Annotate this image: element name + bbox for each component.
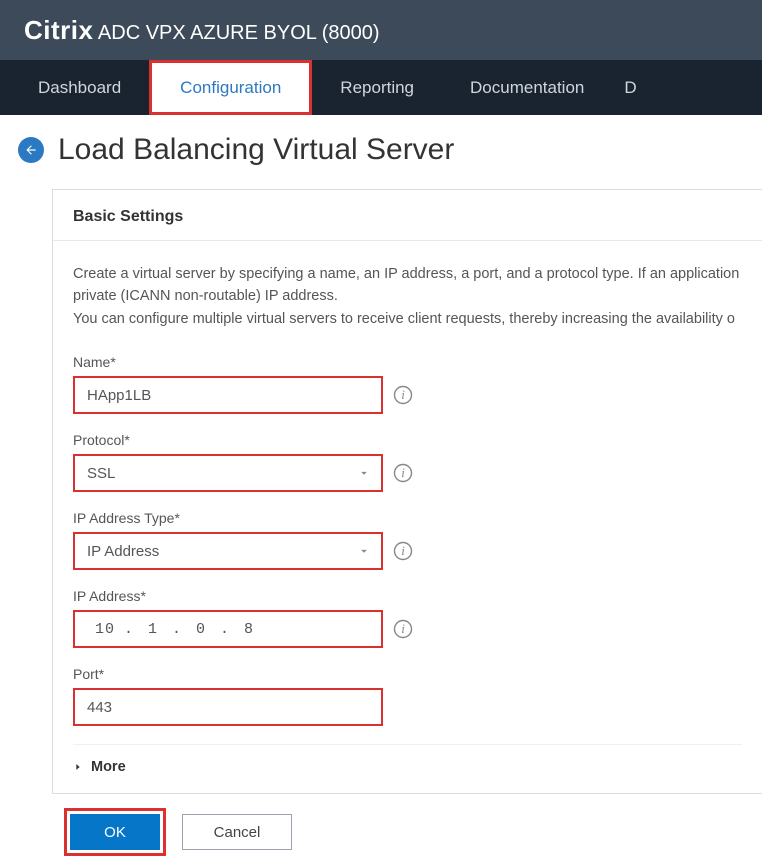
info-icon[interactable]: i — [393, 541, 413, 561]
brand-title: Citrix ADC VPX AZURE BYOL (8000) — [24, 15, 380, 46]
protocol-select[interactable]: SSL — [73, 454, 383, 492]
panel-title: Basic Settings — [73, 208, 742, 226]
nav-bar: Dashboard Configuration Reporting Docume… — [0, 60, 762, 115]
back-arrow-icon — [24, 143, 38, 157]
label-protocol: Protocol* — [73, 432, 742, 448]
info-icon[interactable]: i — [393, 463, 413, 483]
tab-reporting[interactable]: Reporting — [312, 60, 442, 115]
back-button[interactable] — [18, 137, 44, 163]
svg-text:i: i — [401, 621, 405, 636]
port-input[interactable]: 443 — [73, 688, 383, 726]
ip-type-select[interactable]: IP Address — [73, 532, 383, 570]
tab-documentation[interactable]: Documentation — [442, 60, 612, 115]
label-port: Port* — [73, 666, 742, 682]
ok-highlight: OK — [64, 808, 166, 856]
svg-text:i: i — [401, 465, 405, 480]
chevron-down-icon — [357, 544, 371, 558]
chevron-down-icon — [357, 466, 371, 480]
tab-configuration[interactable]: Configuration — [149, 60, 312, 115]
brand-name: Citrix — [24, 15, 93, 45]
name-input[interactable]: HApp1LB — [73, 376, 383, 414]
caret-right-icon — [73, 762, 83, 772]
ip-address-input[interactable]: 10 . 1 . 0 . 8 — [73, 610, 383, 648]
field-name: Name* HApp1LB i — [73, 354, 742, 414]
panel-header: Basic Settings — [53, 190, 762, 241]
label-name: Name* — [73, 354, 742, 370]
svg-text:i: i — [401, 543, 405, 558]
label-ip-type: IP Address Type* — [73, 510, 742, 526]
field-ip-address: IP Address* 10 . 1 . 0 . 8 i — [73, 588, 742, 648]
field-ip-type: IP Address Type* IP Address i — [73, 510, 742, 570]
page-content: Load Balancing Virtual Server Basic Sett… — [0, 115, 762, 856]
field-port: Port* 443 — [73, 666, 742, 726]
info-icon[interactable]: i — [393, 619, 413, 639]
info-icon[interactable]: i — [393, 385, 413, 405]
field-protocol: Protocol* SSL i — [73, 432, 742, 492]
basic-settings-panel: Basic Settings Create a virtual server b… — [52, 189, 762, 794]
page-title: Load Balancing Virtual Server — [58, 133, 454, 167]
svg-text:i: i — [401, 387, 405, 402]
label-ip-address: IP Address* — [73, 588, 742, 604]
ok-button[interactable]: OK — [70, 814, 160, 850]
more-expander[interactable]: More — [73, 744, 742, 775]
panel-description: Create a virtual server by specifying a … — [73, 263, 742, 330]
action-buttons: OK Cancel — [52, 794, 762, 856]
top-bar: Citrix ADC VPX AZURE BYOL (8000) — [0, 0, 762, 60]
tab-truncated[interactable]: D — [612, 60, 636, 115]
more-label: More — [91, 759, 126, 775]
panel-body: Create a virtual server by specifying a … — [53, 241, 762, 793]
tab-dashboard[interactable]: Dashboard — [10, 60, 149, 115]
page-header: Load Balancing Virtual Server — [14, 133, 762, 167]
brand-product: ADC VPX AZURE BYOL (8000) — [98, 22, 380, 44]
cancel-button[interactable]: Cancel — [182, 814, 292, 850]
